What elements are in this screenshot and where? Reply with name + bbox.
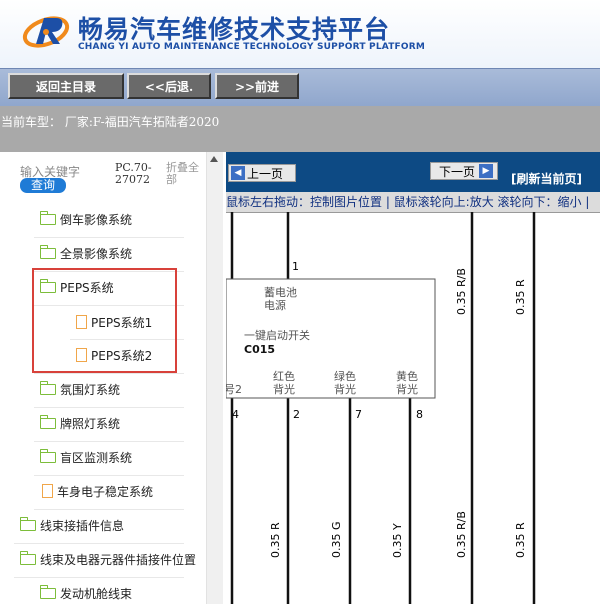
brand-subtitle: CHANG YI AUTO MAINTENANCE TECHNOLOGY SUP… [78,42,426,52]
folder-icon [39,380,56,395]
prev-page-label: 上一页 [247,166,284,181]
box-code: C015 [244,343,275,356]
divider [14,543,184,544]
back-main-button[interactable]: 返回主目录 [8,73,124,99]
tree-item-label: 车身电子稳定系统 [57,484,154,499]
forward-button[interactable]: >>前进 [215,73,299,99]
nav-bar: 返回主目录 <<后退. >>前进 [0,68,600,107]
pin-label: 8 [416,408,423,421]
header: 畅易汽车维修技术支持平台 CHANG YI AUTO MAINTENANCE T… [0,0,600,68]
box-label: 号2 [226,383,242,396]
pin-label: 7 [355,408,362,421]
folder-icon [39,448,56,463]
wiring-diagram[interactable]: 1 蓄电池 电源 一键启动开关 C015 红色 背光 绿色 背光 黄色 背光 号… [226,212,600,604]
arrow-right-icon: ▶ [479,164,494,178]
folder-icon [39,210,56,225]
wire-spec-label: 0.35 Y [391,523,404,558]
next-page-label: 下一页 [439,164,476,179]
folder-icon [39,584,56,599]
box-label: 蓄电池 [264,286,297,299]
tree-item-label: 倒车影像系统 [60,212,133,227]
folder-icon [19,516,36,531]
tree-item-harness-locations[interactable]: 线束及电器元器件插接件位置 [19,548,197,570]
pin-label: 2 [293,408,300,421]
wire-spec-label: 0.35 R [514,279,527,315]
box-label: 背光 [396,382,418,396]
file-icon [42,484,53,498]
tree-item-label: 全景影像系统 [60,246,133,261]
brand-title: 畅易汽车维修技术支持平台 [78,15,391,44]
tree-item-label: 盲区监测系统 [60,450,133,465]
wire-spec-label: 0.35 R/B [455,511,468,558]
tree-item-label: 牌照灯系统 [60,416,121,431]
divider [34,509,184,510]
tree-item-engine-harness[interactable]: 发动机舱线束 [39,582,133,604]
arrow-left-icon: ◀ [231,166,245,180]
folder-open-icon [19,550,36,565]
scroll-up-icon[interactable] [210,156,218,162]
highlight-box [32,268,177,373]
tree-item-label: 线束接插件信息 [40,518,125,533]
tree-item-blind-spot[interactable]: 盲区监测系统 [39,446,133,468]
vehicle-info-bar: 当前车型： 厂家:F-福田汽车拓陆者2020 [0,106,600,152]
refresh-link[interactable]: [刷新当前页] [511,170,582,187]
tree-item-ambient-light[interactable]: 氛围灯系统 [39,378,121,400]
box-label: 红色 [273,369,295,383]
collapse-all-link[interactable]: 折叠全部 [166,162,202,186]
box-label: 一键启动开关 [244,328,310,342]
back-button[interactable]: <<后退. [127,73,211,99]
model-code: PC.70-27072 [115,161,152,186]
box-label: 绿色 [334,369,356,383]
tree-item-panoramic-camera[interactable]: 全景影像系统 [39,242,133,264]
viewer-hint: 鼠标左右拖动：控制图片位置 | 鼠标滚轮向上:放大 滚轮向下：缩小 | [226,192,600,213]
tree-item-license-light[interactable]: 牌照灯系统 [39,412,121,434]
folder-icon [39,414,56,429]
vehicle-label: 当前车型： 厂家:F-福田汽车拓陆者2020 [1,115,220,129]
diagram-viewer[interactable]: ◀ 上一页 下一页 ▶ [刷新当前页] 鼠标左右拖动：控制图片位置 | 鼠标滚轮… [226,152,600,604]
wire-spec-label: 0.35 R [514,522,527,558]
search-button[interactable]: 查询 [20,178,66,193]
divider [34,237,184,238]
divider [34,373,184,374]
tree-item-harness-connectors[interactable]: 线束接插件信息 [19,514,125,536]
sidebar-scrollbar[interactable] [206,152,223,604]
wire-spec-label: 0.35 G [330,521,343,558]
divider [34,407,184,408]
divider [14,577,184,578]
pin-label: 4 [232,408,239,421]
box-label: 背光 [273,382,295,396]
pin-label: 1 [292,260,299,273]
folder-icon [39,244,56,259]
divider [34,441,184,442]
tree-item-label: 发动机舱线束 [60,586,133,601]
tree-item-esc[interactable]: 车身电子稳定系统 [42,480,153,502]
box-label: 黄色 [396,369,418,383]
next-page-button[interactable]: 下一页 ▶ [430,162,498,180]
box-label: 电源 [264,298,286,312]
wire-spec-label: 0.35 R/B [455,268,468,315]
logo-icon [22,16,70,48]
tree-item-label: 线束及电器元器件插接件位置 [40,552,197,567]
tree-item-reverse-camera[interactable]: 倒车影像系统 [39,208,133,230]
prev-page-button[interactable]: ◀ 上一页 [228,164,296,182]
wire-spec-label: 0.35 R [269,522,282,558]
divider [34,475,184,476]
tree-item-label: 氛围灯系统 [60,382,121,397]
viewer-toolbar: ◀ 上一页 下一页 ▶ [刷新当前页] [226,152,600,192]
box-label: 背光 [334,382,356,396]
